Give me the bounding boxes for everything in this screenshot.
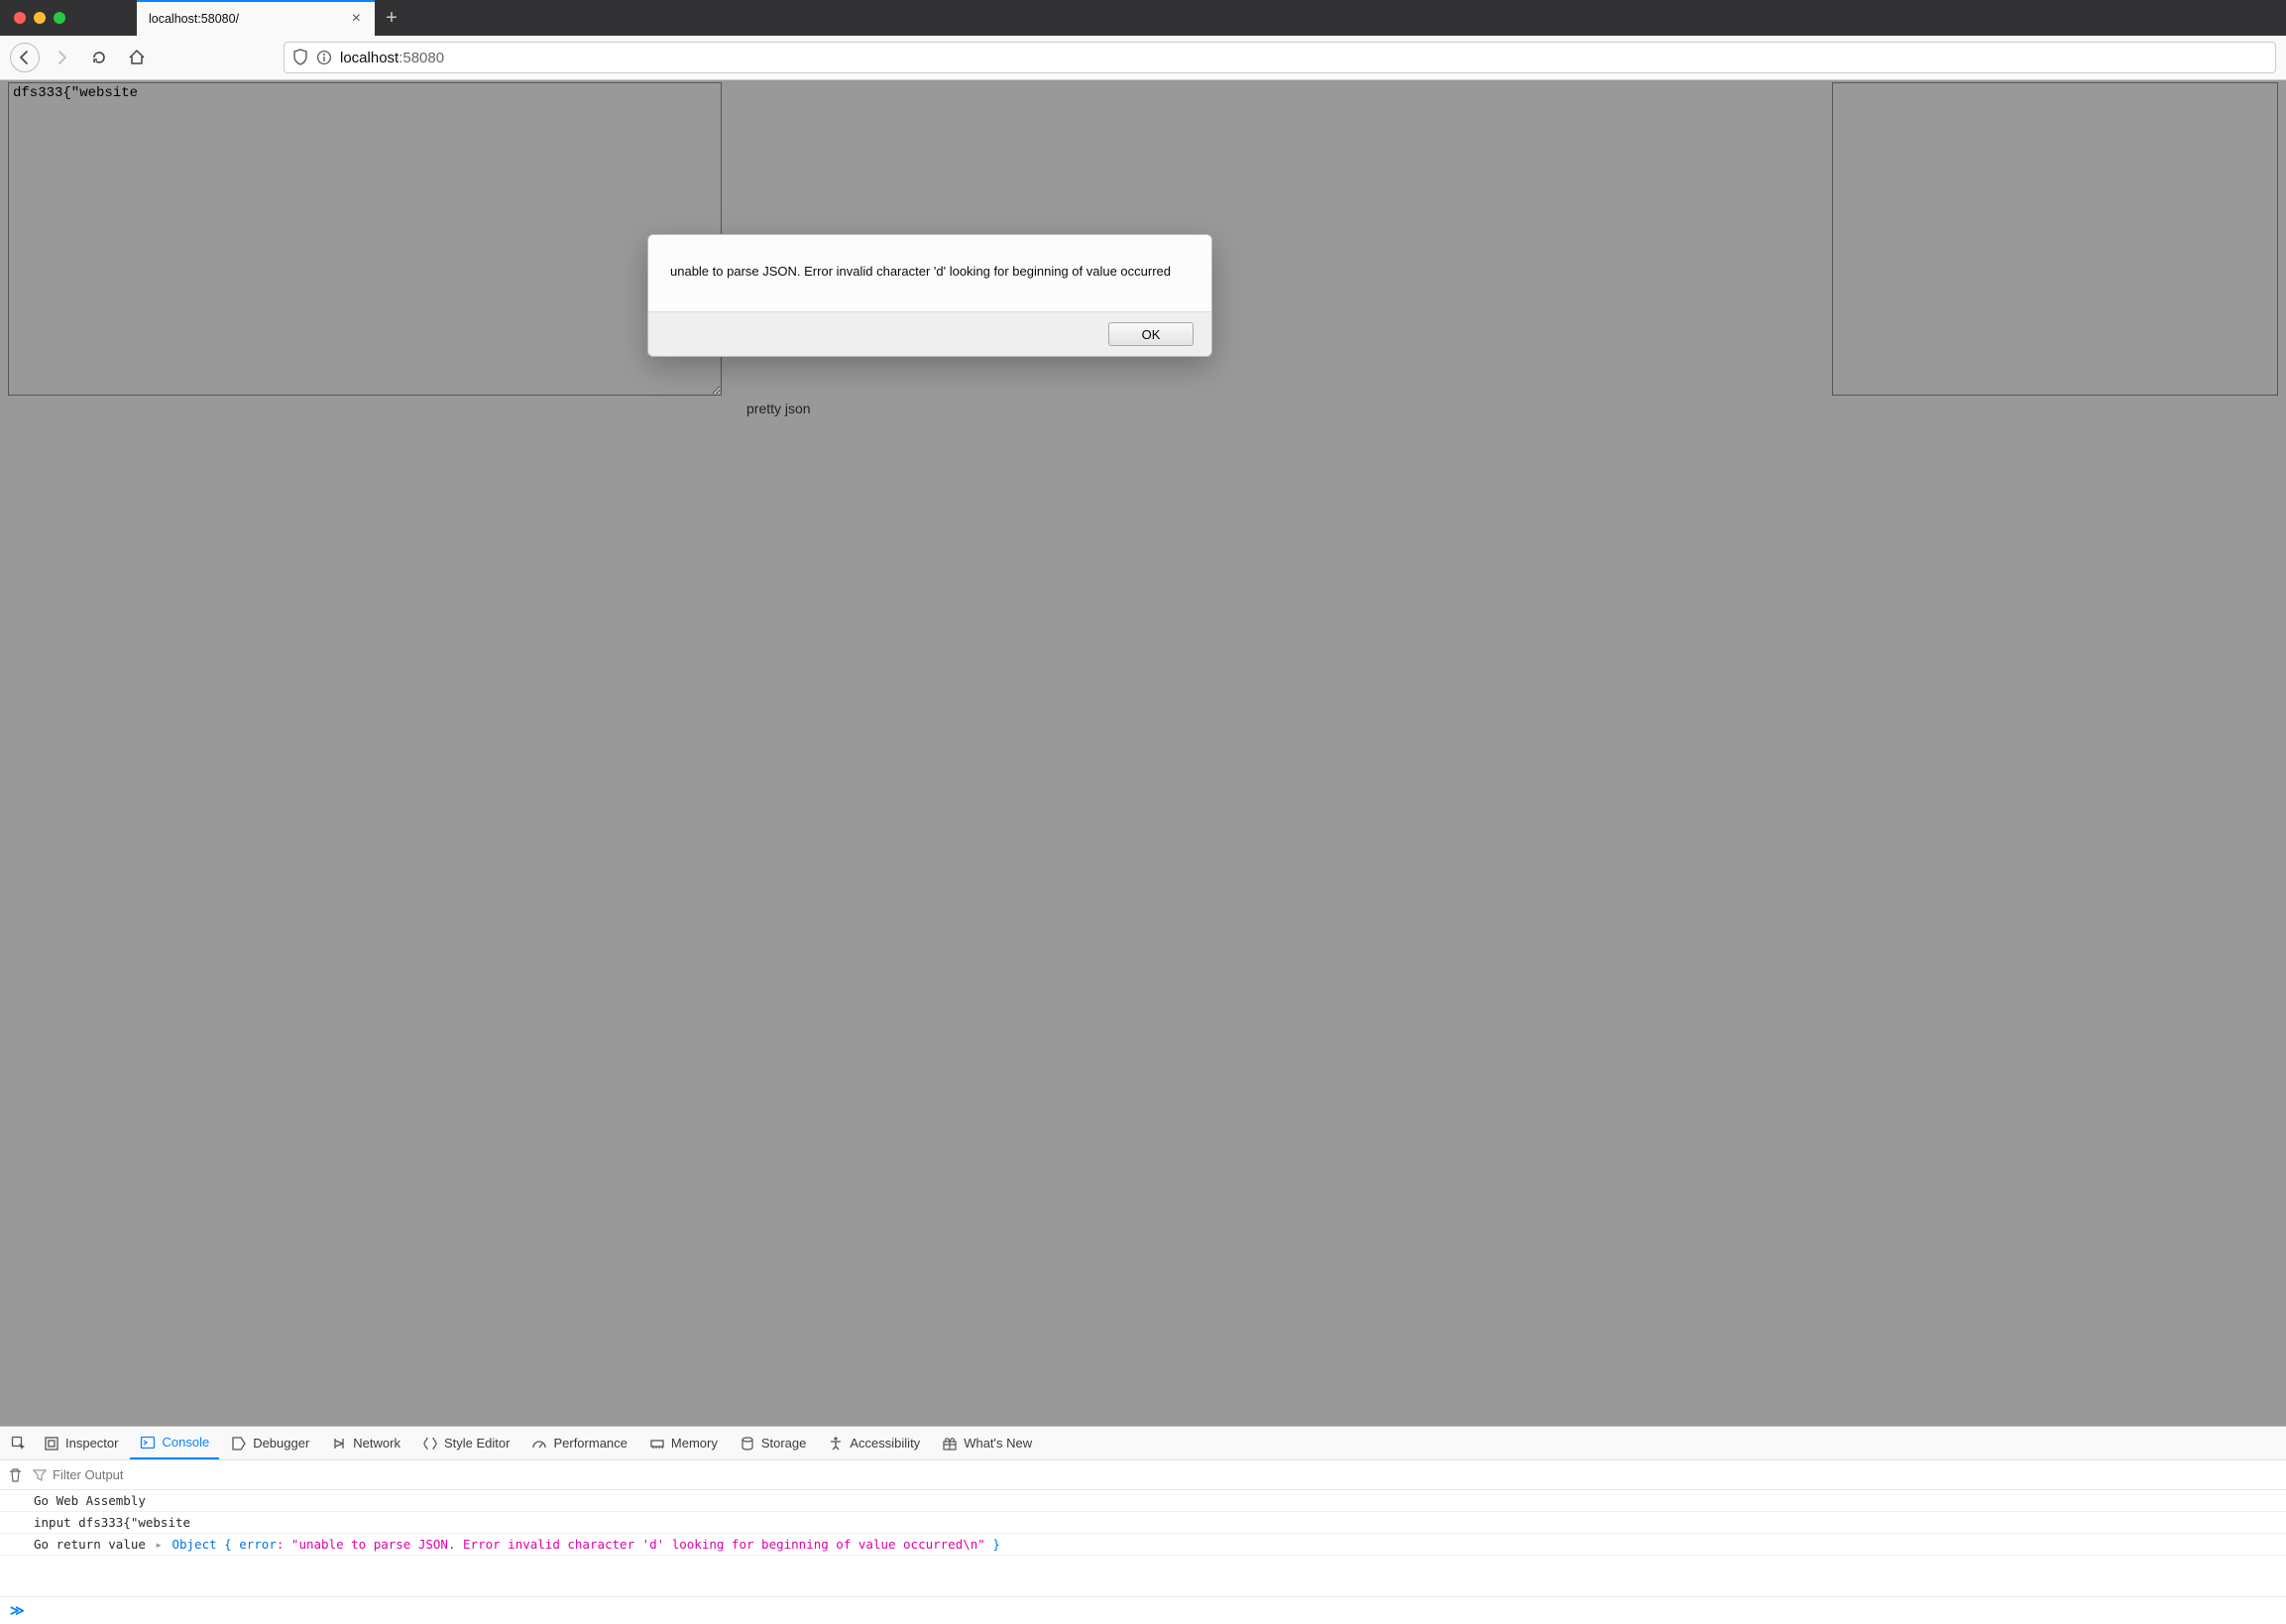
reload-button[interactable]	[83, 42, 115, 73]
filter-input[interactable]	[53, 1467, 2278, 1482]
log-line: input dfs333{"website	[0, 1512, 2286, 1534]
element-picker-button[interactable]	[6, 1427, 32, 1459]
tab-accessibility[interactable]: Accessibility	[818, 1427, 930, 1459]
console-toolbar	[0, 1460, 2286, 1490]
browser-tab[interactable]: localhost:58080/ ×	[137, 0, 375, 36]
tab-inspector[interactable]: Inspector	[34, 1427, 128, 1459]
window-controls	[10, 0, 77, 36]
tab-title: localhost:58080/	[149, 12, 350, 26]
tab-debugger[interactable]: Debugger	[221, 1427, 319, 1459]
memory-icon	[649, 1436, 665, 1451]
new-tab-button[interactable]: +	[375, 0, 408, 36]
minimize-window-button[interactable]	[34, 12, 46, 24]
close-tab-icon[interactable]: ×	[350, 10, 363, 28]
expand-arrow-icon[interactable]: ▸	[155, 1537, 163, 1552]
url-bar[interactable]: localhost:58080	[284, 42, 2276, 73]
alert-dialog: unable to parse JSON. Error invalid char…	[647, 234, 1212, 357]
tab-console[interactable]: Console	[130, 1427, 219, 1459]
info-icon[interactable]	[316, 50, 332, 65]
gift-icon	[942, 1436, 958, 1451]
network-icon	[331, 1436, 347, 1451]
filter-icon	[33, 1468, 47, 1482]
console-input-row[interactable]: ≫	[0, 1596, 2286, 1624]
console-prompt-icon: ≫	[10, 1602, 25, 1619]
close-window-button[interactable]	[14, 12, 26, 24]
nav-bar: localhost:58080	[0, 36, 2286, 80]
devtools-tabs: Inspector Console Debugger Network Style…	[0, 1427, 2286, 1460]
performance-icon	[531, 1436, 547, 1451]
log-line: Go Web Assembly	[0, 1490, 2286, 1512]
console-icon	[140, 1435, 156, 1450]
debugger-icon	[231, 1436, 247, 1451]
alert-ok-button[interactable]: OK	[1108, 322, 1194, 346]
tab-storage[interactable]: Storage	[730, 1427, 817, 1459]
accessibility-icon	[828, 1436, 844, 1451]
log-line: Go return value ▸ Object { error: "unabl…	[0, 1534, 2286, 1556]
storage-icon	[740, 1436, 755, 1451]
back-button[interactable]	[10, 43, 40, 72]
tab-strip: localhost:58080/ × +	[0, 0, 2286, 36]
page-viewport: pretty json unable to parse JSON. Error …	[0, 80, 2286, 1426]
forward-button[interactable]	[46, 42, 77, 73]
shield-icon	[292, 49, 308, 66]
clear-console-button[interactable]	[8, 1467, 23, 1483]
inspector-icon	[44, 1436, 59, 1451]
console-log[interactable]: Go Web Assembly input dfs333{"website Go…	[0, 1490, 2286, 1596]
alert-message: unable to parse JSON. Error invalid char…	[648, 235, 1211, 312]
tab-whats-new[interactable]: What's New	[932, 1427, 1042, 1459]
tab-style-editor[interactable]: Style Editor	[412, 1427, 519, 1459]
console-filter[interactable]	[33, 1467, 2278, 1482]
tab-memory[interactable]: Memory	[639, 1427, 728, 1459]
home-button[interactable]	[121, 42, 153, 73]
style-editor-icon	[422, 1436, 438, 1451]
tab-performance[interactable]: Performance	[521, 1427, 636, 1459]
maximize-window-button[interactable]	[54, 12, 65, 24]
url-text: localhost:58080	[340, 50, 2267, 66]
devtools-panel: Inspector Console Debugger Network Style…	[0, 1426, 2286, 1624]
tab-network[interactable]: Network	[321, 1427, 410, 1459]
